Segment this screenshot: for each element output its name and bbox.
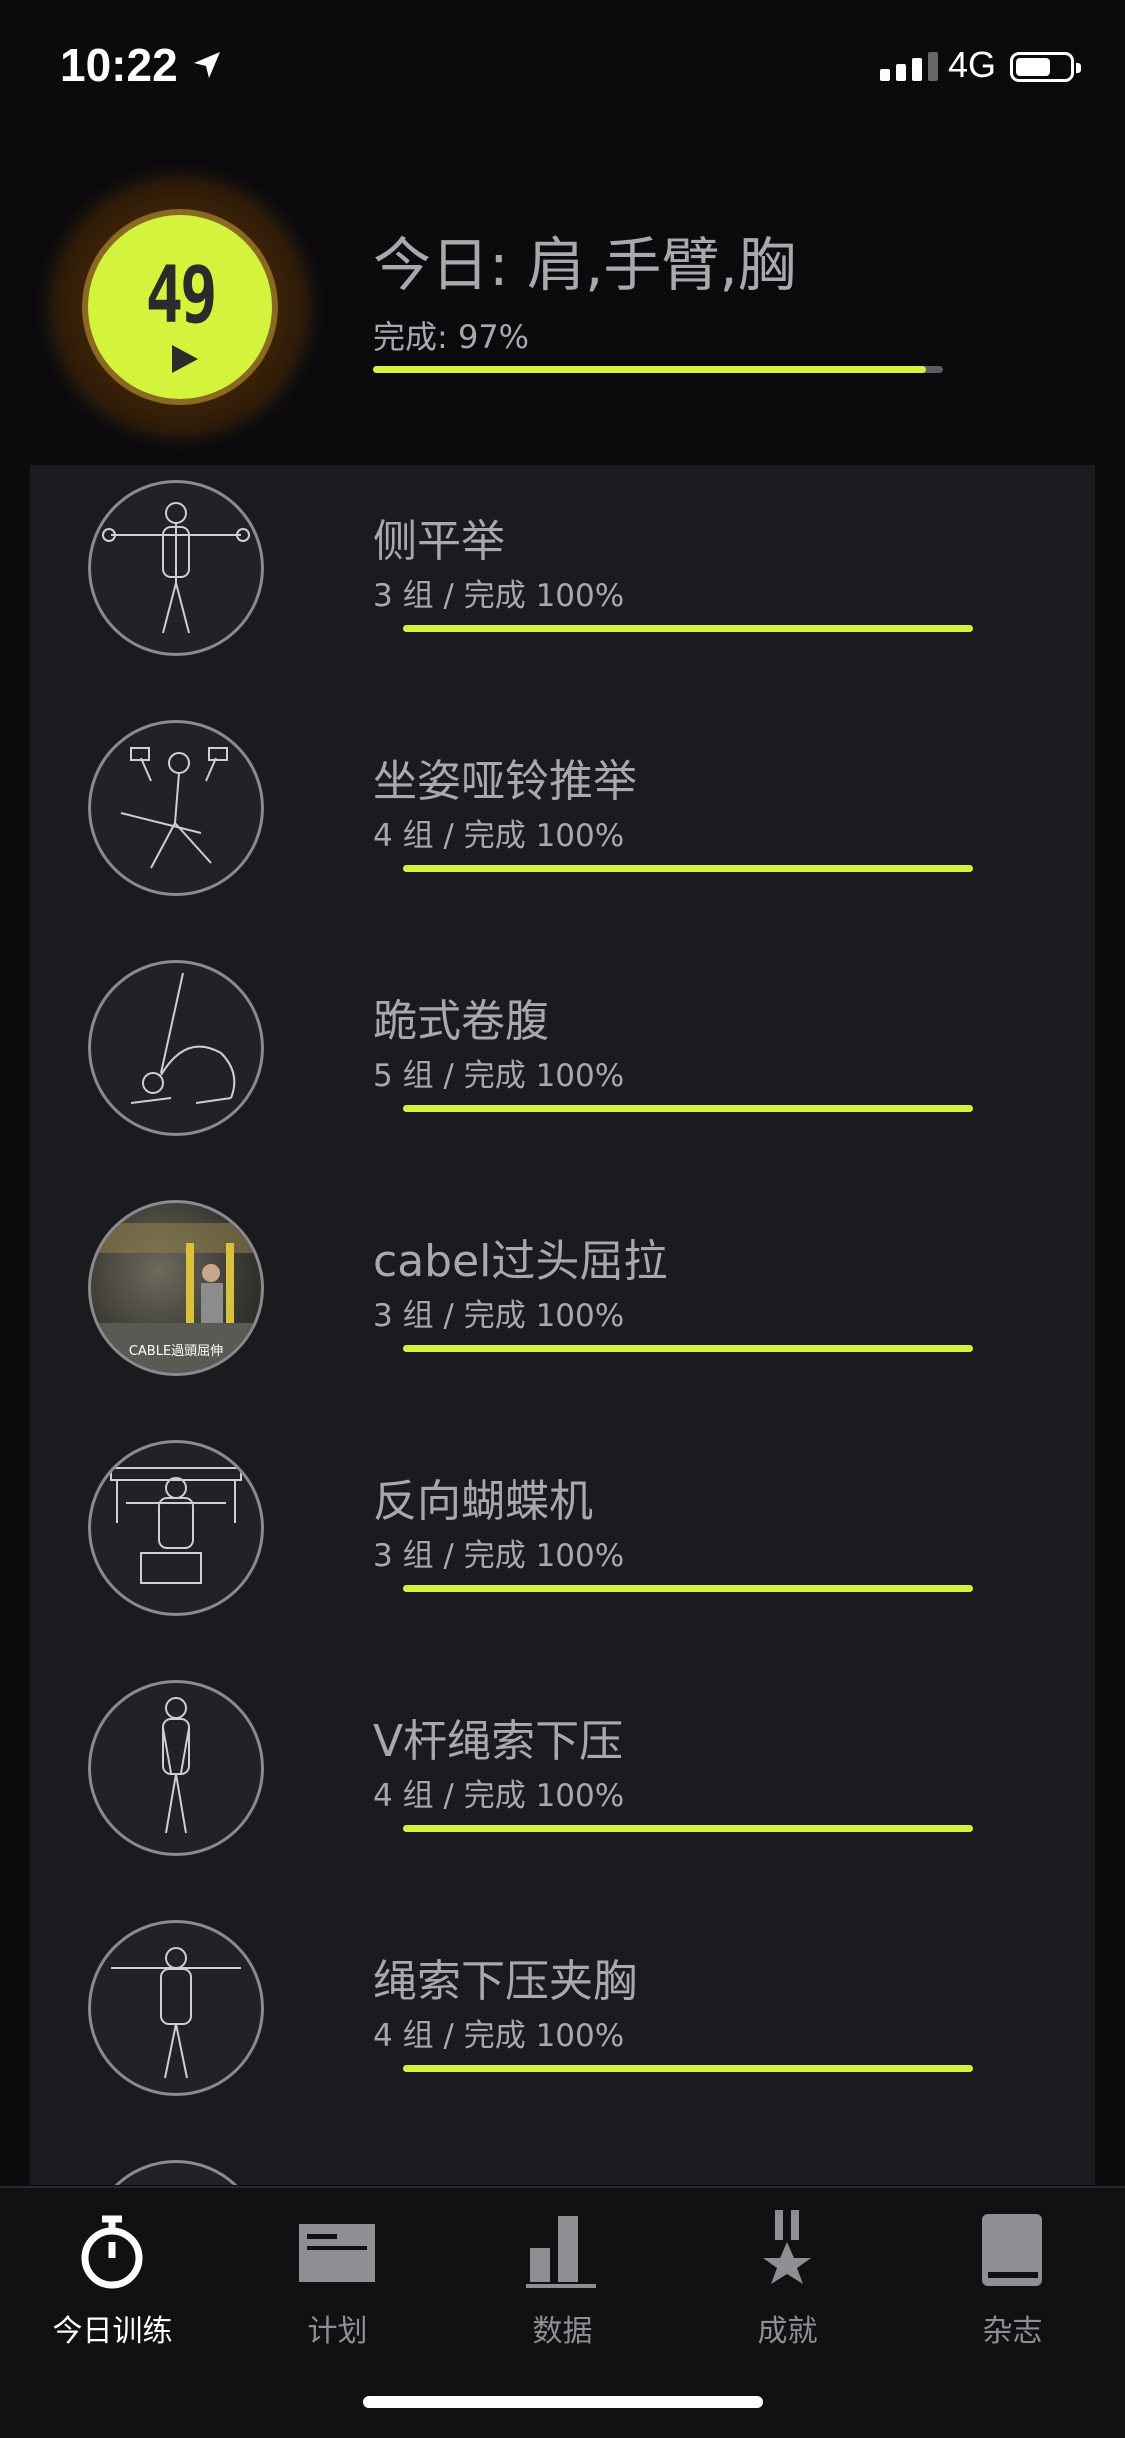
exercise-meta: 3 组 / 完成 100%: [373, 578, 625, 614]
exercise-progress-bar: [403, 1105, 973, 1112]
exercise-name: 侧平举: [373, 516, 505, 567]
exercise-progress-bar: [403, 865, 973, 872]
exercise-item[interactable]: 坐姿哑铃推举 4 组 / 完成 100%: [30, 705, 1095, 945]
status-time: 10:22: [60, 39, 178, 91]
exercise-progress-fill: [403, 1345, 973, 1352]
photo-caption: CABLE過頭屈伸: [128, 1344, 224, 1359]
plan-card-icon: [299, 2224, 375, 2282]
exercise-meta: 5 组 / 完成 100%: [373, 1058, 625, 1094]
exercise-progress-fill: [403, 625, 973, 632]
exercise-item[interactable]: [30, 2145, 1095, 2185]
exercise-item[interactable]: 侧平举 3 组 / 完成 100%: [30, 465, 1095, 705]
tab-label: 数据: [532, 2314, 593, 2349]
battery-icon: [1010, 52, 1081, 82]
exercise-name: 绳索下压夹胸: [373, 1956, 637, 2007]
exercise-list[interactable]: 侧平举 3 组 / 完成 100% 坐姿哑铃推举 4 组 / 完成 100% 跪…: [30, 465, 1095, 2185]
kneeling-crunch-figure-icon: [88, 960, 264, 1136]
exercise-name: cabel过头屈拉: [373, 1236, 668, 1287]
tab-label: 成就: [757, 2314, 818, 2349]
exercise-meta: 4 组 / 完成 100%: [373, 2018, 625, 2054]
book-icon: [982, 2214, 1042, 2286]
tab-label: 计划: [307, 2314, 368, 2349]
tab-plan[interactable]: 计划: [225, 2206, 450, 2366]
cable-crossover-figure-icon: [88, 1920, 264, 2096]
completion-label: 完成: 97%: [373, 318, 530, 356]
play-icon: [172, 345, 198, 373]
status-bar: 10:22 4G: [0, 0, 1125, 140]
exercise-progress-fill: [403, 1825, 973, 1832]
start-workout-button[interactable]: 49: [55, 182, 305, 432]
reverse-fly-machine-figure-icon: [88, 1440, 264, 1616]
exercise-meta: 3 组 / 完成 100%: [373, 1538, 625, 1574]
tab-today[interactable]: 今日训练: [0, 2206, 225, 2366]
bar-chart-icon: [526, 2216, 596, 2288]
exercise-progress-bar: [403, 1345, 973, 1352]
exercise-progress-fill: [403, 865, 973, 872]
medal-icon: [763, 2210, 811, 2284]
exercise-item[interactable]: 绳索下压夹胸 4 组 / 完成 100%: [30, 1905, 1095, 2145]
exercise-progress-bar: [403, 625, 973, 632]
exercise-meta: 3 组 / 完成 100%: [373, 1298, 625, 1334]
home-indicator[interactable]: [363, 2396, 763, 2408]
v-bar-pushdown-figure-icon: [88, 1680, 264, 1856]
exercise-meta: 4 组 / 完成 100%: [373, 818, 625, 854]
signal-icon: [880, 52, 938, 81]
workout-count: 49: [145, 251, 218, 341]
exercise-name: 跪式卷腹: [373, 996, 549, 1047]
completion-progress-fill: [373, 366, 926, 373]
exercise-progress-fill: [403, 1585, 973, 1592]
exercise-progress-bar: [403, 1825, 973, 1832]
today-title: 今日: 肩,手臂,胸: [373, 231, 796, 299]
stopwatch-icon: [81, 2215, 143, 2289]
exercise-progress-bar: [403, 1585, 973, 1592]
today-summary: 49 今日: 肩,手臂,胸 完成: 97%: [0, 170, 1125, 460]
exercise-item[interactable]: CABLE過頭屈伸 cabel过头屈拉 3 组 / 完成 100%: [30, 1185, 1095, 1425]
completion-progress-bar: [373, 366, 943, 373]
lateral-raise-figure-icon: [88, 480, 264, 656]
network-type: 4G: [948, 44, 997, 85]
exercise-progress-bar: [403, 2065, 973, 2072]
exercise-name: 坐姿哑铃推举: [373, 756, 637, 807]
gym-photo: CABLE過頭屈伸: [88, 1200, 264, 1376]
exercise-meta: 4 组 / 完成 100%: [373, 1778, 625, 1814]
exercise-name: 反向蝴蝶机: [373, 1476, 593, 1527]
tab-data[interactable]: 数据: [450, 2206, 675, 2366]
exercise-item[interactable]: V杆绳索下压 4 组 / 完成 100%: [30, 1665, 1095, 1905]
tab-label: 杂志: [982, 2314, 1043, 2349]
exercise-item[interactable]: 反向蝴蝶机 3 组 / 完成 100%: [30, 1425, 1095, 1665]
exercise-progress-fill: [403, 2065, 973, 2072]
tab-label: 今日训练: [52, 2314, 173, 2349]
tab-magazine[interactable]: 杂志: [900, 2206, 1125, 2366]
seated-dumbbell-press-figure-icon: [88, 720, 264, 896]
exercise-item[interactable]: 跪式卷腹 5 组 / 完成 100%: [30, 945, 1095, 1185]
exercise-progress-fill: [403, 1105, 973, 1112]
tab-achievement[interactable]: 成就: [675, 2206, 900, 2366]
exercise-figure-icon: [88, 2160, 264, 2185]
exercise-name: V杆绳索下压: [373, 1716, 624, 1767]
location-arrow-icon: [194, 52, 220, 78]
